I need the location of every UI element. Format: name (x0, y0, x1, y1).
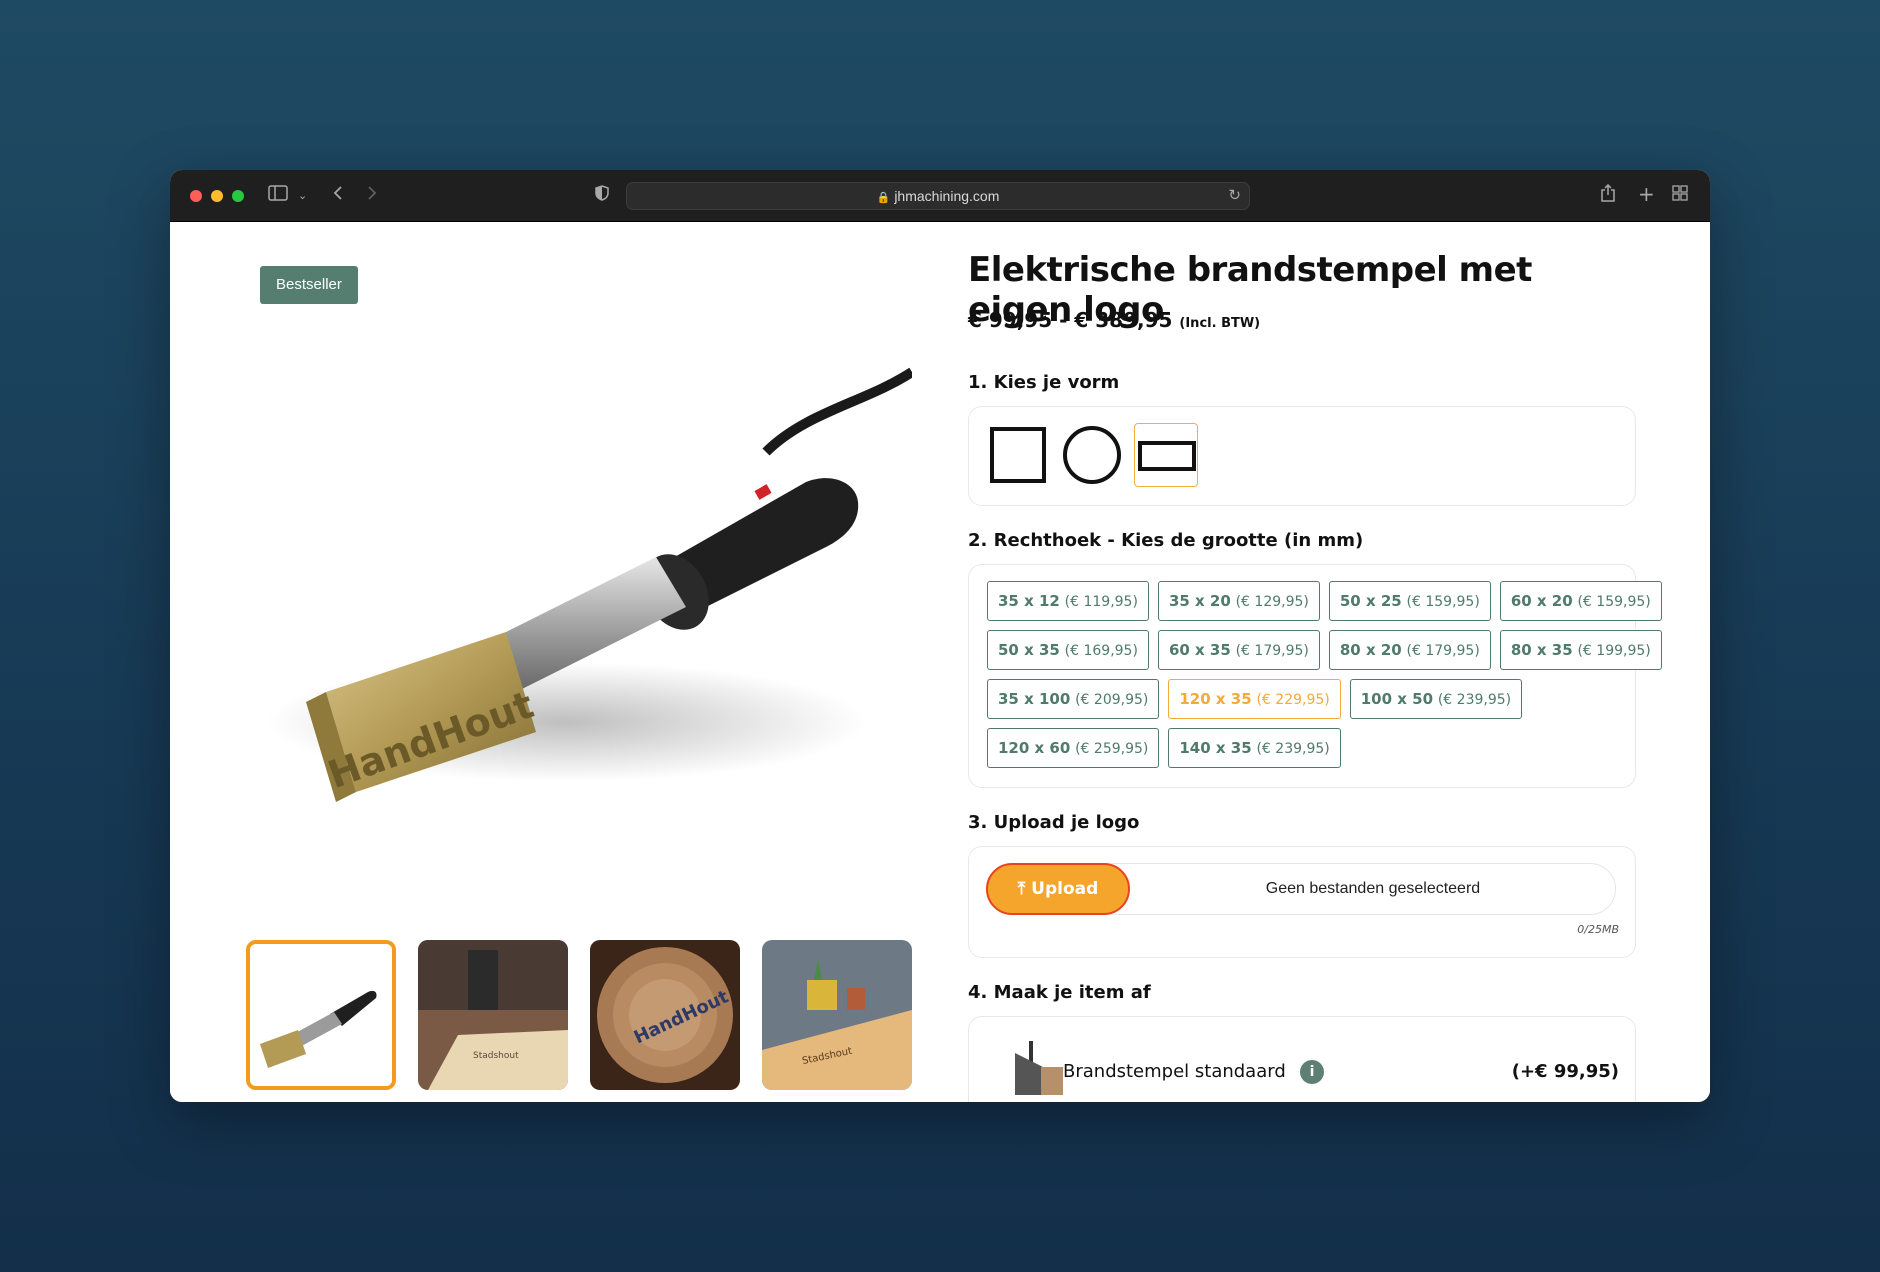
size-option-price: (€ 179,95) (1406, 643, 1480, 659)
svg-text:Stadshout: Stadshout (473, 1051, 519, 1061)
size-option-dimensions: 120 x 60 (998, 739, 1071, 757)
size-option-button[interactable]: 120 x 60 (€ 259,95) (987, 728, 1160, 768)
step-finish-label: 4. Maak je item af (968, 982, 1151, 1003)
upload-card: ⤒ Upload Geen bestanden geselecteerd 0/2… (968, 846, 1636, 958)
size-row: 35 x 100 (€ 209,95) 120 x 35 (€ 229,95) 10… (987, 679, 1627, 719)
size-option-button[interactable]: 100 x 50 (€ 239,95) (1349, 679, 1523, 719)
size-option-button[interactable]: 35 x 100 (€ 209,95) (987, 679, 1160, 719)
addon-card: Brandstempel standaard i (+€ 99,95) (968, 1016, 1636, 1102)
size-option-price: (€ 169,95) (1064, 643, 1138, 659)
rectangle-icon (1138, 441, 1196, 471)
size-option-button[interactable]: 80 x 20 (€ 179,95) (1328, 630, 1491, 670)
file-input[interactable]: ⤒ Upload Geen bestanden geselecteerd (986, 863, 1616, 915)
size-option-button[interactable]: 60 x 35 (€ 179,95) (1157, 630, 1320, 670)
size-option-dimensions: 140 x 35 (1179, 739, 1252, 757)
minimize-window-button[interactable] (211, 190, 223, 202)
price-note: (Incl. BTW) (1179, 316, 1261, 331)
forward-arrow-icon[interactable] (366, 184, 378, 208)
size-option-price: (€ 119,95) (1064, 594, 1138, 610)
size-card: 35 x 12 (€ 119,95) 35 x 20 (€ 129,95) 50 x… (968, 564, 1662, 788)
size-option-dimensions: 100 x 50 (1360, 690, 1434, 708)
size-option-price: (€ 159,95) (1577, 594, 1651, 610)
info-icon[interactable]: i (1300, 1060, 1324, 1084)
upload-status: Geen bestanden geselecteerd (1265, 880, 1481, 897)
rectangle-shape-option[interactable] (1134, 423, 1198, 487)
price-range: € 99,95 - € 389,95 (Incl. BTW) (968, 308, 1260, 332)
size-option-price: (€ 259,95) (1075, 741, 1149, 757)
browser-toolbar: ⌄ 🔒 jhmachining.com ↻ + (170, 170, 1710, 222)
size-option-price: (€ 159,95) (1406, 594, 1480, 610)
size-option-dimensions: 80 x 35 (1510, 641, 1573, 659)
sidebar-toggle-icon[interactable] (268, 184, 288, 208)
addon-name: Brandstempel standaard (1063, 1061, 1286, 1082)
bestseller-badge: Bestseller (260, 266, 358, 304)
size-option-price: (€ 239,95) (1437, 692, 1512, 708)
price-value: € 99,95 - € 389,95 (968, 308, 1173, 332)
size-option-dimensions: 60 x 35 (1168, 641, 1231, 659)
size-option-price: (€ 129,95) (1235, 594, 1309, 610)
size-option-dimensions: 50 x 25 (1339, 592, 1402, 610)
size-option-dimensions: 120 x 35 (1179, 690, 1252, 708)
size-option-dimensions: 35 x 12 (998, 592, 1060, 610)
privacy-shield-icon[interactable] (595, 184, 609, 208)
circle-shape-option[interactable] (1060, 423, 1124, 487)
size-option-button[interactable]: 120 x 35 (€ 229,95) (1168, 679, 1341, 719)
size-option-dimensions: 60 x 20 (1510, 592, 1573, 610)
size-option-dimensions: 35 x 100 (998, 690, 1071, 708)
thumbnail-strip: Stadshout HandHout Stadshout (246, 940, 912, 1090)
share-icon[interactable] (1600, 183, 1616, 209)
size-option-button[interactable]: 35 x 12 (€ 119,95) (987, 581, 1149, 621)
upload-button-label: Upload (1031, 879, 1099, 899)
size-option-price: (€ 179,95) (1235, 643, 1309, 659)
size-option-button[interactable]: 50 x 35 (€ 169,95) (987, 630, 1149, 670)
thumbnail-4[interactable]: Stadshout (762, 940, 912, 1090)
circle-icon (1063, 426, 1121, 484)
maximize-window-button[interactable] (232, 190, 244, 202)
chevron-down-icon[interactable]: ⌄ (298, 184, 307, 208)
close-window-button[interactable] (190, 190, 202, 202)
size-row: 50 x 35 (€ 169,95) 60 x 35 (€ 179,95) 80 x… (987, 630, 1662, 670)
address-bar[interactable]: 🔒 jhmachining.com ↻ (626, 182, 1250, 210)
thumbnail-1[interactable] (246, 940, 396, 1090)
new-tab-icon[interactable]: + (1638, 182, 1655, 206)
square-shape-option[interactable] (986, 423, 1050, 487)
size-option-dimensions: 35 x 20 (1168, 592, 1231, 610)
size-options: 35 x 12 (€ 119,95) 35 x 20 (€ 129,95) 50 x… (987, 581, 1662, 777)
size-option-button[interactable]: 140 x 35 (€ 239,95) (1168, 728, 1341, 768)
tab-overview-icon[interactable] (1672, 184, 1688, 208)
size-option-price: (€ 229,95) (1256, 692, 1330, 708)
size-option-button[interactable]: 60 x 20 (€ 159,95) (1499, 581, 1662, 621)
size-option-button[interactable]: 35 x 20 (€ 129,95) (1157, 581, 1320, 621)
page-content: Bestseller HandHout Stadshout HandHout S… (170, 222, 1710, 1102)
size-option-price: (€ 239,95) (1256, 741, 1330, 757)
square-icon (990, 427, 1046, 483)
step-upload-label: 3. Upload je logo (968, 812, 1140, 833)
size-row: 35 x 12 (€ 119,95) 35 x 20 (€ 129,95) 50 x… (987, 581, 1662, 621)
upload-icon: ⤒ (1017, 879, 1026, 899)
step-shape-label: 1. Kies je vorm (968, 372, 1120, 393)
step-size-label: 2. Rechthoek - Kies de grootte (in mm) (968, 530, 1364, 551)
reload-icon[interactable]: ↻ (1228, 183, 1241, 209)
shape-card (968, 406, 1636, 506)
upload-size-limit: 0/25MB (1577, 923, 1619, 936)
lock-icon: 🔒 (876, 192, 891, 204)
size-option-dimensions: 50 x 35 (998, 641, 1060, 659)
size-row: 120 x 60 (€ 259,95) 140 x 35 (€ 239,95) (987, 728, 1627, 768)
url-text: jhmachining.com (894, 188, 1000, 204)
size-option-price: (€ 209,95) (1075, 692, 1149, 708)
product-main-image[interactable]: HandHout (246, 332, 915, 862)
addon-thumbnail (1003, 1033, 1065, 1095)
size-option-button[interactable]: 80 x 35 (€ 199,95) (1499, 630, 1662, 670)
browser-window: ⌄ 🔒 jhmachining.com ↻ + Bestseller HandH… (170, 170, 1710, 1102)
size-option-button[interactable]: 50 x 25 (€ 159,95) (1328, 581, 1491, 621)
back-arrow-icon[interactable] (332, 184, 344, 208)
size-option-dimensions: 80 x 20 (1339, 641, 1402, 659)
size-option-price: (€ 199,95) (1577, 643, 1651, 659)
upload-button[interactable]: ⤒ Upload (986, 863, 1130, 915)
thumbnail-2[interactable]: Stadshout (418, 940, 568, 1090)
addon-price: (+€ 99,95) (1511, 1061, 1619, 1082)
window-controls (190, 190, 244, 202)
thumbnail-3[interactable]: HandHout (590, 940, 740, 1090)
